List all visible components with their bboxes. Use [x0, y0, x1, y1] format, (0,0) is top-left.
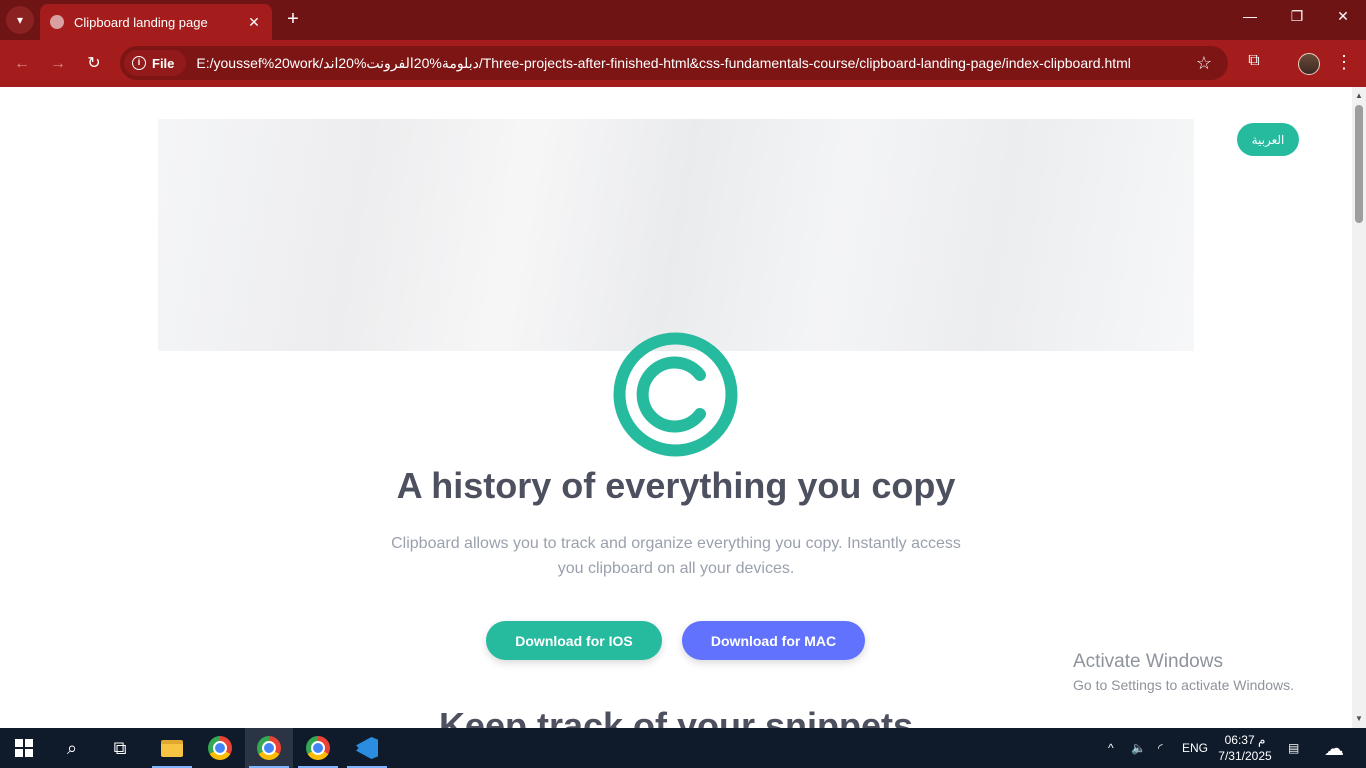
close-tab-button[interactable]: ✕ — [244, 14, 264, 31]
chrome-icon — [208, 736, 232, 760]
search-icon: ⌕ — [66, 737, 78, 758]
chevron-up-icon: ^ — [1108, 741, 1114, 755]
taskbar-chrome-profile-active[interactable] — [245, 728, 293, 768]
tab-search-button[interactable]: ▾ — [6, 6, 34, 34]
scroll-up-arrow-icon[interactable]: ▲ — [1352, 89, 1366, 103]
language-toggle-button[interactable]: العربية — [1237, 123, 1299, 156]
forward-button[interactable]: → — [46, 52, 70, 76]
clock-date: 7/31/2025 — [1218, 749, 1272, 763]
tab-title: Clipboard landing page — [74, 14, 208, 30]
new-tab-button[interactable]: + — [282, 8, 304, 30]
page-viewport: العربية A history of everything you copy… — [0, 87, 1352, 728]
task-view-icon: ⧉ — [113, 737, 127, 758]
minimize-button[interactable]: — — [1238, 8, 1262, 24]
wifi-icon: ◜ — [1158, 741, 1163, 755]
weather-cloud-icon: ☁ — [1324, 737, 1344, 760]
start-button[interactable] — [0, 728, 48, 768]
vscode-icon — [356, 737, 378, 759]
hero-subtitle: Clipboard allows you to track and organi… — [391, 535, 961, 577]
extensions-puzzle-icon[interactable]: ⧉ — [1243, 52, 1265, 74]
volume-button[interactable]: 🔈 — [1131, 728, 1146, 768]
weather-widget[interactable]: ☁ — [1324, 728, 1344, 768]
globe-icon — [50, 15, 64, 29]
profile-avatar[interactable] — [1298, 53, 1320, 75]
page-scrollbar[interactable]: ▲ ▼ — [1352, 87, 1366, 728]
active-tab[interactable]: Clipboard landing page ✕ — [40, 4, 272, 40]
page-title: A history of everything you copy — [396, 465, 956, 506]
file-chip-label: File — [152, 55, 175, 71]
address-bar[interactable]: i File E:/youssef%20work/دبلومة%20الفرون… — [120, 46, 1228, 80]
more-menu-icon[interactable]: ⋮ — [1334, 52, 1354, 73]
taskbar-chrome-profile-2[interactable] — [294, 728, 342, 768]
show-hidden-icons-button[interactable]: ^ — [1108, 728, 1114, 768]
input-language-button[interactable]: ENG — [1182, 728, 1208, 768]
chrome-profile-icon — [306, 736, 330, 760]
folder-icon — [161, 739, 183, 757]
close-window-button[interactable]: ✕ — [1331, 8, 1355, 25]
chrome-profile-icon — [257, 736, 281, 760]
windows-taskbar: ⌕ ⧉ ^ 🔈 ◜ ENG 06:37 م 7/31/2025 ▤ ☁ — [0, 728, 1366, 768]
notification-icon: ▤ — [1288, 741, 1300, 755]
notifications-button[interactable]: ▤ — [1288, 728, 1299, 768]
speaker-icon: 🔈 — [1131, 741, 1146, 755]
restore-button[interactable]: ❐ — [1285, 8, 1309, 25]
download-mac-button[interactable]: Download for MAC — [682, 621, 865, 660]
reload-button[interactable]: ↻ — [82, 52, 106, 76]
hero-background-image — [158, 119, 1194, 351]
chevron-down-icon: ▾ — [16, 13, 24, 27]
search-button[interactable]: ⌕ — [48, 728, 96, 768]
url-text[interactable]: E:/youssef%20work/دبلومة%20الفرونت%20اند… — [196, 55, 1192, 72]
scroll-down-arrow-icon[interactable]: ▼ — [1352, 712, 1366, 726]
clipboard-logo-icon — [613, 332, 738, 457]
scrollbar-thumb[interactable] — [1355, 105, 1363, 223]
clock-time: 06:37 م — [1224, 733, 1266, 747]
back-button[interactable]: ← — [10, 52, 34, 76]
windows-logo-icon — [15, 739, 33, 757]
taskbar-chrome[interactable] — [196, 728, 244, 768]
taskbar-file-explorer[interactable] — [148, 728, 196, 768]
watermark-line-1: Activate Windows — [1073, 651, 1223, 672]
watermark-line-2: Go to Settings to activate Windows. — [1073, 677, 1294, 693]
network-button[interactable]: ◜ — [1158, 728, 1163, 768]
system-clock[interactable]: 06:37 م 7/31/2025 — [1212, 732, 1278, 764]
activate-windows-watermark: Activate Windows Go to Settings to activ… — [1073, 651, 1294, 693]
download-ios-button[interactable]: Download for IOS — [486, 621, 662, 660]
snippets-section-title: Keep track of your snippets — [438, 705, 914, 728]
bookmark-star-icon[interactable]: ☆ — [1192, 53, 1216, 74]
site-info-button[interactable]: i File — [124, 50, 187, 76]
taskbar-vscode[interactable] — [343, 728, 391, 768]
tab-strip: ▾ Clipboard landing page ✕ + — ❐ ✕ — [0, 0, 1366, 40]
browser-toolbar: ← → ↻ i File E:/youssef%20work/دبلومة%20… — [0, 40, 1366, 87]
info-icon: i — [132, 56, 146, 70]
task-view-button[interactable]: ⧉ — [96, 728, 144, 768]
